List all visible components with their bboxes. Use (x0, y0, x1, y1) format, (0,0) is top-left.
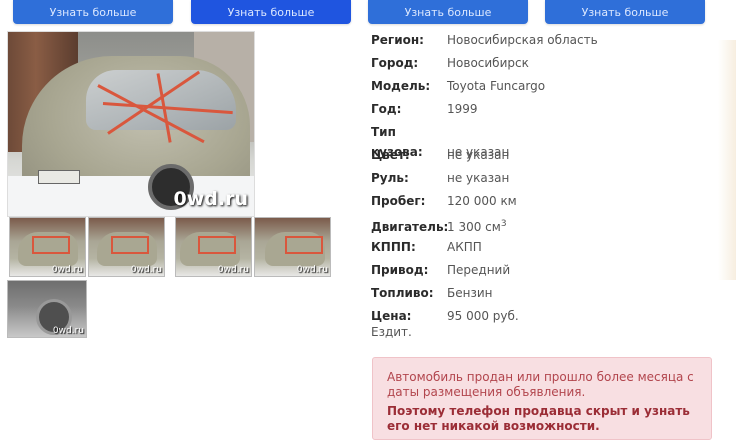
spec-row-model: Модель: Toyota Funcargo (371, 76, 721, 99)
spec-row-year: Год: 1999 (371, 99, 721, 122)
page-edge-shade (718, 40, 736, 280)
spec-label: Цена: (371, 309, 412, 323)
spec-label: Руль: (371, 171, 409, 185)
spec-label: Двигатель: (371, 220, 449, 234)
learn-more-button-4[interactable]: Узнать больше (545, 0, 705, 24)
thumbnail-2[interactable]: 0wd.ru (88, 217, 165, 277)
spec-row-price: Цена: 95 000 руб. (371, 306, 721, 329)
spec-value: 95 000 руб. (447, 309, 519, 323)
thumbnail-5[interactable]: 0wd.ru (7, 280, 87, 338)
spec-value: Toyota Funcargo (447, 79, 546, 93)
spec-label: Регион: (371, 33, 424, 47)
alert-text: Автомобиль продан или прошло более месяц… (387, 370, 694, 399)
spec-row-engine: Двигатель:1 300 см3 (371, 214, 721, 237)
spec-row-steering: Руль: не указан (371, 168, 721, 191)
spec-value: 120 000 км (447, 194, 517, 208)
thumb-watermark: 0wd.ru (51, 265, 83, 275)
spec-row-color: Цвет: не указан (371, 145, 721, 168)
spec-value: Бензин (447, 286, 493, 300)
spec-value: не указан (447, 148, 510, 162)
spec-value: АКПП (447, 240, 482, 254)
spec-row-body-type: Тип кузова: не указан (371, 122, 721, 159)
photo-watermark: 0wd.ru (173, 188, 249, 210)
spec-label: Пробег: (371, 194, 426, 208)
learn-more-button-3[interactable]: Узнать больше (368, 0, 528, 24)
alert-strong-text: Поэтому телефон продавца скрыт и узнать … (387, 404, 690, 433)
thumb-watermark: 0wd.ru (217, 265, 249, 275)
main-car-photo[interactable]: 0wd.ru (7, 31, 255, 217)
spec-label: Привод: (371, 263, 429, 277)
spec-value: не указан (447, 171, 510, 185)
spec-row-mileage: Пробег: 120 000 км (371, 191, 721, 214)
spec-value: 1999 (447, 102, 478, 116)
seller-note: Ездит. (371, 325, 412, 339)
thumb-tape (198, 236, 236, 254)
spec-row-fuel: Топливо: Бензин (371, 283, 721, 306)
spec-label: Год: (371, 102, 402, 116)
thumb-tape (111, 236, 149, 254)
license-plate (38, 170, 80, 184)
spec-row-city: Город: Новосибирск (371, 53, 721, 76)
thumb-tape (285, 236, 323, 254)
car-specs-list: Регион: Новосибирская область Город: Новос… (371, 30, 721, 329)
spec-label: Город: (371, 56, 419, 70)
thumbnail-4[interactable]: 0wd.ru (254, 217, 331, 277)
learn-more-button-1[interactable]: Узнать больше (13, 0, 173, 24)
engine-volume: 1 300 см (447, 220, 501, 234)
thumb-tape (32, 236, 70, 254)
thumb-watermark: 0wd.ru (130, 265, 162, 275)
sold-alert: Автомобиль продан или прошло более месяц… (372, 357, 712, 440)
thumbnail-3[interactable]: 0wd.ru (175, 217, 252, 277)
learn-more-button-2[interactable]: Узнать больше (191, 0, 351, 24)
thumbnail-1[interactable]: 0wd.ru (9, 217, 86, 277)
spec-row-drive: Привод: Передний (371, 260, 721, 283)
thumb-watermark: 0wd.ru (296, 265, 328, 275)
spec-value: 1 300 см3 (447, 219, 507, 234)
spec-label: КППП: (371, 240, 416, 254)
spec-label: Цвет: (371, 148, 410, 162)
spec-value: Новосибирская область (447, 33, 598, 47)
spec-label: Топливо: (371, 286, 434, 300)
thumb-watermark: 0wd.ru (52, 326, 84, 336)
spec-label: Модель: (371, 79, 431, 93)
spec-row-region: Регион: Новосибирская область (371, 30, 721, 53)
engine-unit-superscript: 3 (500, 219, 507, 229)
spec-value: Передний (447, 263, 511, 277)
spec-value: Новосибирск (447, 56, 529, 70)
spec-row-gearbox: КППП: АКПП (371, 237, 721, 260)
